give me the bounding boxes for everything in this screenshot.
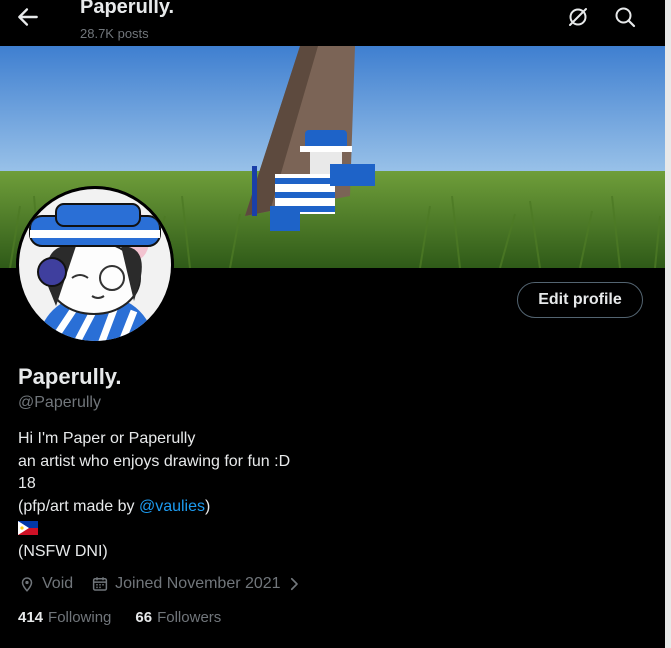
followers-count: 66 xyxy=(135,609,153,626)
philippines-flag xyxy=(18,521,38,535)
bio: Hi I'm Paper or Paperully an artist who … xyxy=(18,428,290,563)
top-bar: Paperully. 28.7K posts xyxy=(0,0,665,46)
handle: @Paperully xyxy=(18,394,101,411)
scrollbar[interactable] xyxy=(665,0,671,648)
display-name: Paperully. xyxy=(18,364,122,389)
bio-line: (NSFW DNI) xyxy=(18,542,108,560)
avatar[interactable] xyxy=(16,186,174,344)
search-icon[interactable] xyxy=(613,5,637,29)
follow-stats: 414 Following 66 Followers xyxy=(18,609,245,626)
followers-link[interactable]: 66 Followers xyxy=(135,609,221,626)
calendar-icon xyxy=(93,577,108,591)
following-count: 414 xyxy=(18,609,44,626)
bio-line: 18 xyxy=(18,475,36,492)
bio-line: an artist who enjoys drawing for fun :D xyxy=(18,452,291,470)
page-title: Paperully. xyxy=(80,0,175,18)
location-pin-icon xyxy=(21,577,33,592)
location-text: Void xyxy=(42,575,74,592)
arrow-left-icon[interactable] xyxy=(14,4,42,30)
slash-circle-icon[interactable] xyxy=(566,5,590,29)
followers-label: Followers xyxy=(157,609,222,626)
bio-line xyxy=(18,518,290,541)
following-link[interactable]: 414 Following xyxy=(18,609,111,626)
bio-line: Hi I'm Paper or Paperully xyxy=(18,430,196,447)
mention-link[interactable]: @vaulies xyxy=(139,498,205,515)
joined-date: Joined November 2021 xyxy=(115,575,281,592)
post-count: 28.7K posts xyxy=(80,26,149,41)
bio-text: ) xyxy=(205,497,211,515)
chevron-right-icon[interactable] xyxy=(285,575,303,593)
edit-profile-button[interactable]: Edit profile xyxy=(517,282,643,318)
following-label: Following xyxy=(48,609,112,626)
bio-line: (pfp/art made by @vaulies) xyxy=(18,496,290,519)
bio-text: (pfp/art made by xyxy=(18,497,139,515)
profile-meta: Void Joined November 2021 xyxy=(18,573,309,595)
